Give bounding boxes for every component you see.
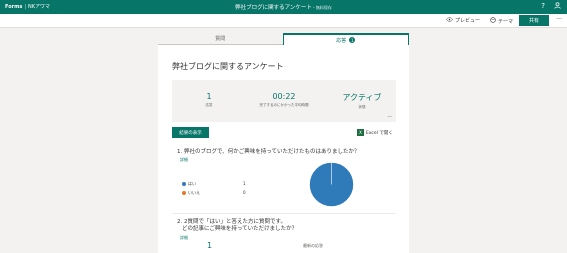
help-icon[interactable]: ? <box>541 2 545 11</box>
document-title-text: 弊社ブログに関するアンケート <box>235 5 312 11</box>
excel-icon: X <box>357 129 364 136</box>
legend-label: いいえ <box>188 190 200 195</box>
document-title[interactable]: 弊社ブログに関するアンケート・無料保存 <box>0 3 567 11</box>
palette-icon <box>490 17 496 25</box>
stat-value: アクティブ <box>342 93 382 102</box>
responses-panel: 弊社ブログに関するアンケート 1 応答 00:22 完了するのにかかった平均時間… <box>158 45 409 253</box>
question-1-details-link[interactable]: 詳細 <box>180 157 188 163</box>
stat-value: 1 <box>206 92 212 101</box>
stat-value: 00:22 <box>272 92 296 101</box>
stat-label: 状態 <box>358 105 366 109</box>
question-1-pie-chart <box>309 162 354 207</box>
legend-swatch <box>182 182 186 186</box>
stats-more-icon[interactable]: ··· <box>387 114 392 120</box>
question-2-title: 2. 2質問で「はい」と答えた方に質問です。 どの記事にご興味を持っていただけま… <box>177 219 297 233</box>
save-status: ・無料保存 <box>311 5 332 10</box>
tab-responses[interactable]: 応答 1 <box>282 33 409 45</box>
question-2-response-count: 1 <box>207 241 213 250</box>
legend-count: 1 <box>243 181 246 186</box>
tab-questions-label: 質問 <box>215 36 226 42</box>
question-1-title: 1. 弊社のブログで、何かご興味を持っていただけたものはありましたか？ <box>177 149 360 155</box>
legend-item: いいえ 0 <box>182 190 252 199</box>
share-button[interactable]: 共有 <box>519 15 549 26</box>
legend-label: はい <box>188 181 196 186</box>
tab-questions[interactable]: 質問 <box>158 33 283 45</box>
stat-average-time: 00:22 完了するのにかかった平均時間 <box>254 92 314 108</box>
legend-item: はい 1 <box>182 181 252 190</box>
open-in-excel-button[interactable]: X Excel で開く <box>357 129 393 136</box>
legend-swatch <box>182 191 186 195</box>
question-2-latest-responses-label: 最新の応答 <box>303 243 323 248</box>
form-title: 弊社ブログに関するアンケート <box>172 62 284 71</box>
stat-responses: 1 応答 <box>194 92 224 108</box>
open-in-excel-label: Excel で開く <box>366 130 393 136</box>
stat-label: 完了するのにかかった平均時間 <box>259 103 309 107</box>
account-icon[interactable] <box>554 2 561 11</box>
stat-status: アクティブ 状態 <box>337 92 387 110</box>
more-options-icon[interactable]: ··· <box>556 16 562 23</box>
response-count-badge: 1 <box>349 37 356 43</box>
question-2-title-line-2: どの記事にご興味を持っていただけましたか？ <box>182 226 298 232</box>
tab-responses-label: 応答 <box>336 37 347 44</box>
question-1-legend: はい 1 いいえ 0 <box>182 181 252 199</box>
question-2-title-line-1: 2. 2質問で「はい」と答えた方に質問です。 <box>177 219 286 225</box>
view-results-button[interactable]: 結果の表示 <box>172 127 209 138</box>
question-2-details-link[interactable]: 詳細 <box>180 235 188 241</box>
theme-button[interactable]: テーマ <box>490 17 513 25</box>
preview-label: プレビュー <box>455 18 481 24</box>
question-divider <box>172 213 396 214</box>
stat-label: 応答 <box>205 103 213 107</box>
tab-strip: 質問 応答 1 <box>158 33 409 45</box>
app-header: Forms | NKアワマ 弊社ブログに関するアンケート・無料保存 ? <box>0 0 567 14</box>
theme-label: テーマ <box>498 18 514 25</box>
eye-icon <box>446 17 453 24</box>
legend-count: 0 <box>243 190 246 195</box>
command-bar: プレビュー テーマ 共有 ··· <box>0 14 567 28</box>
preview-button[interactable]: プレビュー <box>446 17 480 24</box>
summary-stats: 1 応答 00:22 完了するのにかかった平均時間 アクティブ 状態 ··· <box>172 80 396 122</box>
